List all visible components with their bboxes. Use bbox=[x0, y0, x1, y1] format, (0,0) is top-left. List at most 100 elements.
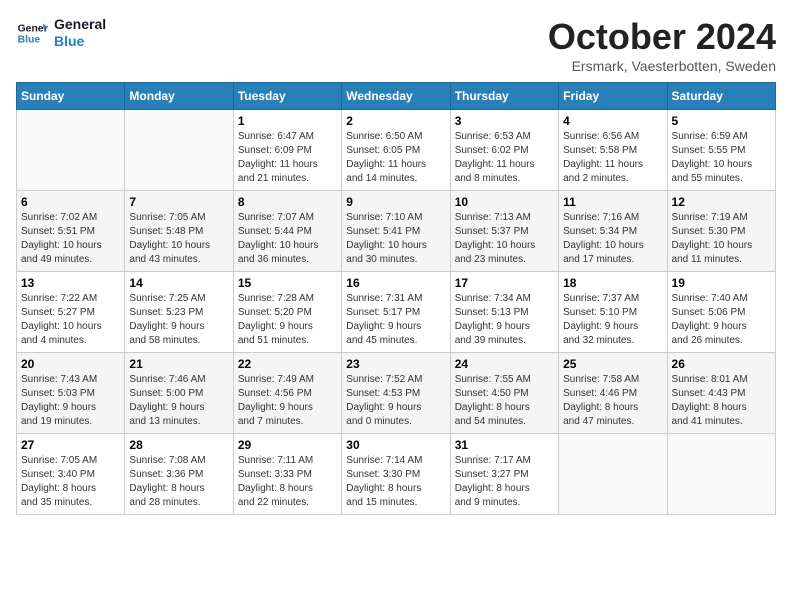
calendar-cell: 12Sunrise: 7:19 AMSunset: 5:30 PMDayligh… bbox=[667, 191, 775, 272]
day-number: 21 bbox=[129, 357, 228, 371]
weekday-header: Tuesday bbox=[233, 83, 341, 110]
day-detail: Sunrise: 7:16 AMSunset: 5:34 PMDaylight:… bbox=[563, 211, 662, 267]
day-detail: Sunrise: 6:50 AMSunset: 6:05 PMDaylight:… bbox=[346, 130, 445, 186]
weekday-header: Saturday bbox=[667, 83, 775, 110]
day-number: 17 bbox=[455, 276, 554, 290]
calendar-cell: 9 Sunrise: 7:10 AMSunset: 5:41 PMDaylight… bbox=[342, 191, 450, 272]
day-number: 24 bbox=[455, 357, 554, 371]
day-detail: Sunrise: 7:17 AMSunset: 3:27 PMDaylight:… bbox=[455, 454, 554, 510]
calendar-week-row: 13 Sunrise: 7:22 AMSunset: 5:27 PMDayligh… bbox=[17, 272, 776, 353]
day-number: 18 bbox=[563, 276, 662, 290]
day-detail: Sunrise: 7:22 AMSunset: 5:27 PMDaylight:… bbox=[21, 292, 120, 348]
svg-text:Blue: Blue bbox=[18, 34, 41, 45]
calendar-cell: 27 Sunrise: 7:05 AMSunset: 3:40 PMDayligh… bbox=[17, 434, 125, 515]
day-detail: Sunrise: 8:01 AMSunset: 4:43 PMDaylight:… bbox=[672, 373, 771, 429]
day-number: 31 bbox=[455, 438, 554, 452]
day-detail: Sunrise: 7:58 AMSunset: 4:46 PMDaylight:… bbox=[563, 373, 662, 429]
calendar-cell: 10 Sunrise: 7:13 AMSunset: 5:37 PMDayligh… bbox=[450, 191, 558, 272]
calendar-cell bbox=[559, 434, 667, 515]
day-number: 4 bbox=[563, 114, 662, 128]
calendar-cell: 7 Sunrise: 7:05 AMSunset: 5:48 PMDaylight… bbox=[125, 191, 233, 272]
day-detail: Sunrise: 7:25 AMSunset: 5:23 PMDaylight:… bbox=[129, 292, 228, 348]
day-number: 20 bbox=[21, 357, 120, 371]
calendar-cell: 13 Sunrise: 7:22 AMSunset: 5:27 PMDayligh… bbox=[17, 272, 125, 353]
day-number: 14 bbox=[129, 276, 228, 290]
calendar-cell: 30 Sunrise: 7:14 AMSunset: 3:30 PMDayligh… bbox=[342, 434, 450, 515]
day-number: 16 bbox=[346, 276, 445, 290]
day-detail: Sunrise: 6:47 AMSunset: 6:09 PMDaylight:… bbox=[238, 130, 337, 186]
calendar-cell: 23 Sunrise: 7:52 AMSunset: 4:53 PMDayligh… bbox=[342, 353, 450, 434]
calendar-cell: 15 Sunrise: 7:28 AMSunset: 5:20 PMDayligh… bbox=[233, 272, 341, 353]
day-number: 15 bbox=[238, 276, 337, 290]
day-number: 23 bbox=[346, 357, 445, 371]
calendar-cell: 4Sunrise: 6:56 AMSunset: 5:58 PMDaylight… bbox=[559, 110, 667, 191]
calendar-week-row: 1 Sunrise: 6:47 AMSunset: 6:09 PMDaylight… bbox=[17, 110, 776, 191]
day-number: 10 bbox=[455, 195, 554, 209]
logo-icon: General Blue bbox=[16, 17, 48, 49]
day-number: 1 bbox=[238, 114, 337, 128]
calendar-cell: 26Sunrise: 8:01 AMSunset: 4:43 PMDayligh… bbox=[667, 353, 775, 434]
title-block: October 2024 Ersmark, Vaesterbotten, Swe… bbox=[548, 16, 776, 74]
calendar-cell: 22Sunrise: 7:49 AMSunset: 4:56 PMDayligh… bbox=[233, 353, 341, 434]
weekday-header: Wednesday bbox=[342, 83, 450, 110]
day-number: 25 bbox=[563, 357, 662, 371]
calendar-cell: 5 Sunrise: 6:59 AMSunset: 5:55 PMDaylight… bbox=[667, 110, 775, 191]
day-detail: Sunrise: 7:14 AMSunset: 3:30 PMDaylight:… bbox=[346, 454, 445, 510]
day-detail: Sunrise: 7:07 AMSunset: 5:44 PMDaylight:… bbox=[238, 211, 337, 267]
day-number: 5 bbox=[672, 114, 771, 128]
day-detail: Sunrise: 7:46 AMSunset: 5:00 PMDaylight:… bbox=[129, 373, 228, 429]
logo-blue: Blue bbox=[54, 33, 106, 50]
calendar-cell: 11 Sunrise: 7:16 AMSunset: 5:34 PMDayligh… bbox=[559, 191, 667, 272]
calendar-cell: 29 Sunrise: 7:11 AMSunset: 3:33 PMDayligh… bbox=[233, 434, 341, 515]
day-number: 8 bbox=[238, 195, 337, 209]
calendar-cell: 19Sunrise: 7:40 AMSunset: 5:06 PMDayligh… bbox=[667, 272, 775, 353]
day-detail: Sunrise: 6:53 AMSunset: 6:02 PMDaylight:… bbox=[455, 130, 554, 186]
calendar-cell: 25 Sunrise: 7:58 AMSunset: 4:46 PMDayligh… bbox=[559, 353, 667, 434]
day-number: 9 bbox=[346, 195, 445, 209]
day-number: 13 bbox=[21, 276, 120, 290]
calendar-cell: 3 Sunrise: 6:53 AMSunset: 6:02 PMDaylight… bbox=[450, 110, 558, 191]
day-detail: Sunrise: 7:05 AMSunset: 5:48 PMDaylight:… bbox=[129, 211, 228, 267]
day-detail: Sunrise: 7:11 AMSunset: 3:33 PMDaylight:… bbox=[238, 454, 337, 510]
day-detail: Sunrise: 7:28 AMSunset: 5:20 PMDaylight:… bbox=[238, 292, 337, 348]
calendar-cell: 8 Sunrise: 7:07 AMSunset: 5:44 PMDaylight… bbox=[233, 191, 341, 272]
weekday-header: Friday bbox=[559, 83, 667, 110]
day-detail: Sunrise: 7:31 AMSunset: 5:17 PMDaylight:… bbox=[346, 292, 445, 348]
day-number: 11 bbox=[563, 195, 662, 209]
calendar-cell: 6Sunrise: 7:02 AMSunset: 5:51 PMDaylight… bbox=[17, 191, 125, 272]
day-number: 28 bbox=[129, 438, 228, 452]
calendar-cell: 17Sunrise: 7:34 AMSunset: 5:13 PMDayligh… bbox=[450, 272, 558, 353]
calendar-cell: 1 Sunrise: 6:47 AMSunset: 6:09 PMDaylight… bbox=[233, 110, 341, 191]
day-detail: Sunrise: 7:55 AMSunset: 4:50 PMDaylight:… bbox=[455, 373, 554, 429]
day-number: 22 bbox=[238, 357, 337, 371]
day-detail: Sunrise: 6:59 AMSunset: 5:55 PMDaylight:… bbox=[672, 130, 771, 186]
calendar-week-row: 27 Sunrise: 7:05 AMSunset: 3:40 PMDayligh… bbox=[17, 434, 776, 515]
page-header: General Blue General Blue October 2024 E… bbox=[16, 16, 776, 74]
day-number: 30 bbox=[346, 438, 445, 452]
calendar-cell: 14 Sunrise: 7:25 AMSunset: 5:23 PMDayligh… bbox=[125, 272, 233, 353]
calendar-cell: 31 Sunrise: 7:17 AMSunset: 3:27 PMDayligh… bbox=[450, 434, 558, 515]
calendar-cell: 2Sunrise: 6:50 AMSunset: 6:05 PMDaylight… bbox=[342, 110, 450, 191]
day-number: 7 bbox=[129, 195, 228, 209]
day-detail: Sunrise: 7:13 AMSunset: 5:37 PMDaylight:… bbox=[455, 211, 554, 267]
day-number: 3 bbox=[455, 114, 554, 128]
day-number: 27 bbox=[21, 438, 120, 452]
calendar-table: SundayMondayTuesdayWednesdayThursdayFrid… bbox=[16, 82, 776, 515]
day-detail: Sunrise: 7:08 AMSunset: 3:36 PMDaylight:… bbox=[129, 454, 228, 510]
weekday-header: Sunday bbox=[17, 83, 125, 110]
calendar-cell bbox=[17, 110, 125, 191]
day-number: 19 bbox=[672, 276, 771, 290]
logo: General Blue General Blue bbox=[16, 16, 106, 50]
calendar-cell: 16 Sunrise: 7:31 AMSunset: 5:17 PMDayligh… bbox=[342, 272, 450, 353]
day-number: 29 bbox=[238, 438, 337, 452]
calendar-cell: 24 Sunrise: 7:55 AMSunset: 4:50 PMDayligh… bbox=[450, 353, 558, 434]
calendar-cell bbox=[667, 434, 775, 515]
day-detail: Sunrise: 7:52 AMSunset: 4:53 PMDaylight:… bbox=[346, 373, 445, 429]
day-detail: Sunrise: 7:10 AMSunset: 5:41 PMDaylight:… bbox=[346, 211, 445, 267]
calendar-subtitle: Ersmark, Vaesterbotten, Sweden bbox=[548, 58, 776, 74]
weekday-header: Monday bbox=[125, 83, 233, 110]
calendar-cell: 21 Sunrise: 7:46 AMSunset: 5:00 PMDayligh… bbox=[125, 353, 233, 434]
day-number: 6 bbox=[21, 195, 120, 209]
day-detail: Sunrise: 7:05 AMSunset: 3:40 PMDaylight:… bbox=[21, 454, 120, 510]
day-detail: Sunrise: 7:37 AMSunset: 5:10 PMDaylight:… bbox=[563, 292, 662, 348]
